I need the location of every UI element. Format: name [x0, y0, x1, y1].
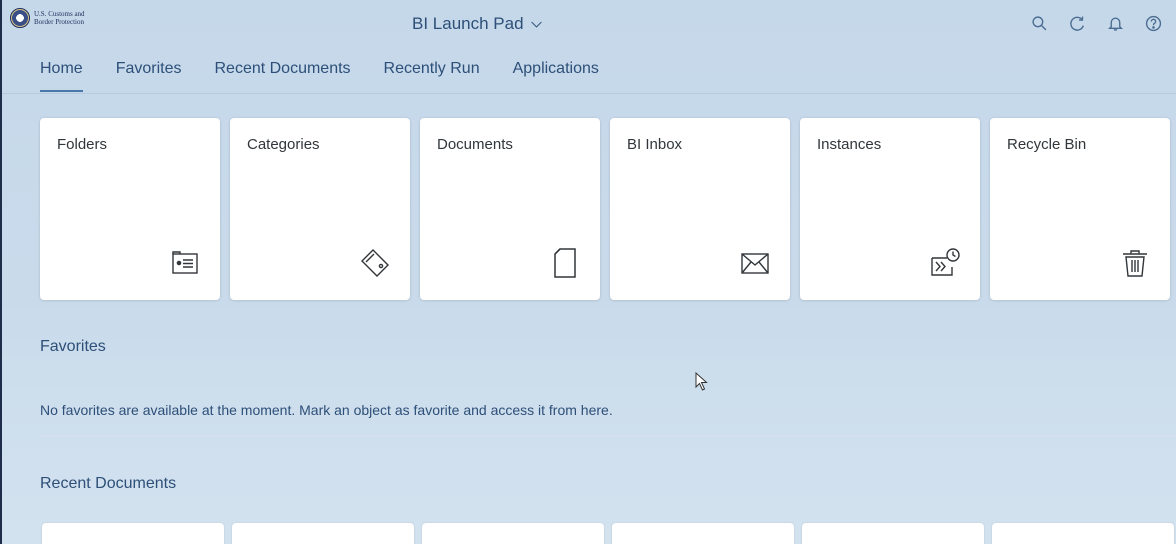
recent-document-tile[interactable]: [612, 523, 794, 544]
tab-recent-documents[interactable]: Recent Documents: [214, 60, 350, 92]
tile-title: Instances: [817, 136, 882, 153]
shell-bar: U.S. Customs and Border Protection BI La…: [2, 0, 1176, 48]
chevron-down-icon: [530, 21, 542, 28]
tile-recycle-bin[interactable]: Recycle Bin: [990, 118, 1170, 300]
instances-schedule-icon: [928, 246, 962, 280]
help-button[interactable]: [1140, 10, 1166, 36]
favorites-empty-message: No favorites are available at the moment…: [40, 402, 613, 418]
recent-document-tile[interactable]: [232, 523, 414, 544]
folder-icon: [168, 246, 202, 280]
tab-recently-run[interactable]: Recently Run: [384, 60, 480, 92]
logo-text: U.S. Customs and Border Protection: [34, 10, 85, 26]
tile-title: Folders: [57, 136, 108, 153]
home-tiles: Folders Categories Documents BI Inbox In…: [40, 118, 1176, 300]
tile-instances[interactable]: Instances: [800, 118, 980, 300]
tile-title: Categories: [247, 136, 320, 153]
search-button[interactable]: [1026, 10, 1052, 36]
tile-bi-inbox[interactable]: BI Inbox: [610, 118, 790, 300]
tab-favorites[interactable]: Favorites: [116, 60, 182, 92]
cbp-seal-icon: [10, 8, 30, 28]
tab-applications[interactable]: Applications: [513, 60, 599, 92]
logo-line-2: Border Protection: [34, 18, 84, 26]
document-icon: [548, 246, 582, 280]
app-title-text: BI Launch Pad: [412, 14, 524, 33]
logo-line-1: U.S. Customs and: [34, 10, 85, 18]
app-title-menu[interactable]: BI Launch Pad: [412, 14, 543, 34]
help-icon: [1145, 15, 1161, 31]
tile-categories[interactable]: Categories: [230, 118, 410, 300]
tab-divider: [2, 93, 1176, 94]
trash-icon: [1118, 246, 1152, 280]
tab-home[interactable]: Home: [40, 60, 83, 92]
recent-document-tile[interactable]: [802, 523, 984, 544]
tile-title: Recycle Bin: [1007, 136, 1087, 153]
envelope-icon: [738, 246, 772, 280]
recent-documents-section-title: Recent Documents: [40, 475, 177, 492]
search-icon: [1031, 15, 1046, 30]
refresh-icon: [1069, 16, 1084, 31]
tile-folders[interactable]: Folders: [40, 118, 220, 300]
recent-document-tile[interactable]: [42, 523, 224, 544]
recent-document-tile[interactable]: [992, 523, 1174, 544]
nav-tabs: Home Favorites Recent Documents Recently…: [40, 60, 632, 92]
notification-bell-icon: [1107, 17, 1123, 31]
tile-documents[interactable]: Documents: [420, 118, 600, 300]
shell-actions: [1014, 10, 1176, 36]
recent-documents-tiles: [42, 523, 1176, 544]
tile-title: Documents: [437, 136, 513, 153]
favorites-divider: [40, 435, 1176, 436]
recent-document-tile[interactable]: [422, 523, 604, 544]
cbp-logo[interactable]: U.S. Customs and Border Protection: [10, 8, 85, 28]
refresh-button[interactable]: [1064, 10, 1090, 36]
notifications-button[interactable]: [1102, 10, 1128, 36]
favorites-section-title: Favorites: [40, 338, 106, 355]
tag-icon: [358, 246, 392, 280]
tile-title: BI Inbox: [627, 136, 683, 153]
mouse-cursor-icon: [695, 372, 708, 391]
